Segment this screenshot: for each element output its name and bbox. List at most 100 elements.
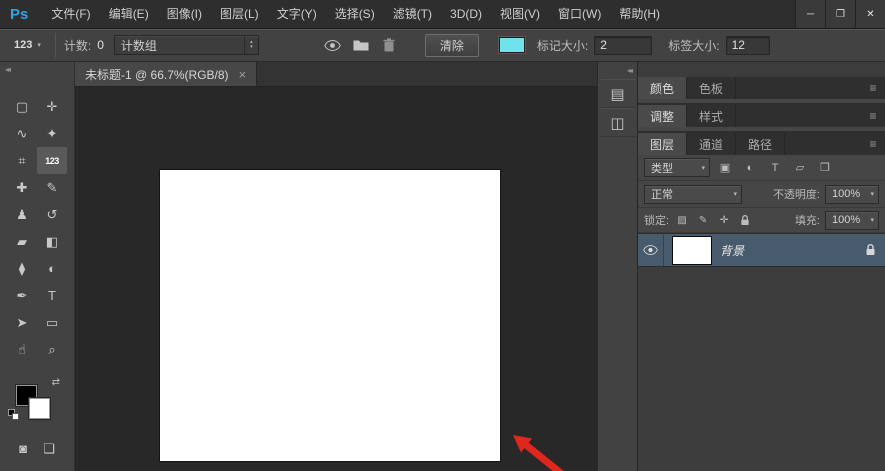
blend-mode-select[interactable]: 正常 ▾ (644, 185, 742, 204)
clone-stamp-tool[interactable]: ♟ (7, 201, 37, 228)
type-tool[interactable]: T (37, 282, 67, 309)
history-brush-tool[interactable]: ↺ (37, 201, 67, 228)
menu-3d[interactable]: 3D(D) (441, 0, 491, 28)
document-canvas[interactable] (160, 170, 500, 461)
layers-list: 背景 (638, 233, 885, 471)
menu-edit[interactable]: 编辑(E) (100, 0, 158, 28)
filter-pixel-layers-icon[interactable]: ▣ (715, 159, 735, 177)
toolbar-footer: ◙ ❏ (19, 441, 55, 457)
tab-channels[interactable]: 通道 (687, 133, 736, 155)
layer-lock-icon (865, 244, 876, 256)
marker-size-label: 标记大小: (537, 37, 588, 54)
layers-filter-row: 类型 ▾ ▣ ◐ T ▱ ❒ (638, 155, 885, 181)
panel-menu-icon[interactable]: ≡ (861, 77, 885, 99)
new-group-folder-icon[interactable] (349, 38, 373, 52)
filter-smart-objects-icon[interactable]: ❒ (815, 159, 835, 177)
clear-button[interactable]: 清除 (425, 34, 479, 57)
quick-mask-icon[interactable]: ◙ (19, 441, 27, 457)
layer-thumbnail[interactable] (672, 236, 712, 265)
eraser-tool[interactable]: ▰ (7, 228, 37, 255)
color-wells: ⇄ (14, 379, 60, 427)
lasso-tool[interactable]: ∿ (7, 120, 37, 147)
workspace: ◂◂ ▢ ✛ ∿ ✦ ⌗ 123 ✚ ✎ ♟ ↺ ▰ ◧ ⧫ ◐ ✒ T ➤ ▭ (0, 62, 885, 471)
visibility-eye-icon[interactable] (321, 38, 345, 52)
layer-filter-type-select[interactable]: 类型 ▾ (644, 158, 710, 177)
swap-colors-icon[interactable]: ⇄ (52, 377, 60, 388)
color-panel-header: 颜色 色板 ≡ (638, 77, 885, 99)
pen-tool[interactable]: ✒ (7, 282, 37, 309)
tab-layers[interactable]: 图层 (638, 133, 687, 155)
rectangle-tool[interactable]: ▭ (37, 309, 67, 336)
maximize-button[interactable]: ❐ (825, 0, 855, 28)
default-colors-icon[interactable] (8, 409, 20, 421)
path-selection-tool[interactable]: ➤ (7, 309, 37, 336)
menu-bar: Ps 文件(F) 编辑(E) 图像(I) 图层(L) 文字(Y) 选择(S) 滤… (0, 0, 885, 29)
tab-color[interactable]: 颜色 (638, 77, 687, 99)
collapsed-panel-top[interactable]: ▤ (601, 79, 635, 108)
collapsed-panel-bottom[interactable]: ◫ (601, 108, 635, 137)
hand-tool[interactable]: ☝ (7, 336, 37, 363)
close-button[interactable]: ✕ (855, 0, 885, 28)
tab-close-icon[interactable]: × (239, 67, 247, 82)
lock-all-icon[interactable] (737, 212, 753, 228)
crop-tool[interactable]: ⌗ (7, 147, 37, 174)
brush-tool[interactable]: ✎ (37, 174, 67, 201)
tab-adjustments[interactable]: 调整 (638, 105, 687, 127)
label-size-input[interactable]: 12 (726, 36, 770, 55)
count-group-select[interactable]: 计数组 ▴▾ (114, 35, 259, 55)
move-tool[interactable]: ✛ (37, 93, 67, 120)
lock-pixels-icon[interactable]: ✎ (695, 212, 711, 228)
menu-file[interactable]: 文件(F) (42, 0, 99, 28)
menu-window[interactable]: 窗口(W) (549, 0, 610, 28)
menu-type[interactable]: 文字(Y) (268, 0, 326, 28)
marker-size-input[interactable]: 2 (594, 36, 652, 55)
count-group-actions (321, 38, 401, 52)
rectangular-marquee-tool[interactable]: ▢ (7, 93, 37, 120)
background-color-swatch[interactable] (29, 398, 50, 419)
red-arrow-annotation (500, 427, 575, 471)
menu-filter[interactable]: 滤镜(T) (384, 0, 441, 28)
dodge-tool[interactable]: ◐ (37, 255, 67, 282)
tab-styles[interactable]: 样式 (687, 105, 736, 127)
filter-adjustment-layers-icon[interactable]: ◐ (740, 159, 760, 177)
filter-shape-layers-icon[interactable]: ▱ (790, 159, 810, 177)
fill-label: 填充: (795, 212, 820, 228)
spot-healing-brush-tool[interactable]: ✚ (7, 174, 37, 201)
tab-paths[interactable]: 路径 (736, 133, 785, 155)
menu-view[interactable]: 视图(V) (491, 0, 549, 28)
adjustments-panel-group: 调整 样式 ≡ (638, 105, 885, 133)
count-tool[interactable]: 123 (37, 147, 67, 174)
collapsed-panel-dock: ◂◂ ▤ ◫ (597, 62, 637, 471)
minimize-button[interactable]: ─ (795, 0, 825, 28)
label-size-label: 标签大小: (668, 37, 719, 54)
fill-select[interactable]: 100% ▾ (825, 211, 879, 230)
zoom-tool[interactable]: ⌕ (37, 336, 67, 363)
layer-visibility-eye-icon[interactable] (638, 234, 664, 266)
menu-image[interactable]: 图像(I) (158, 0, 211, 28)
screen-mode-icon[interactable]: ❏ (43, 441, 55, 457)
lock-position-icon[interactable]: ✛ (716, 212, 732, 228)
opacity-select[interactable]: 100% ▾ (825, 185, 879, 204)
opacity-label: 不透明度: (773, 186, 820, 202)
filter-type-layers-icon[interactable]: T (765, 159, 785, 177)
gradient-tool[interactable]: ◧ (37, 228, 67, 255)
lock-transparency-icon[interactable]: ▨ (674, 212, 690, 228)
menu-select[interactable]: 选择(S) (326, 0, 384, 28)
tools-panel: ◂◂ ▢ ✛ ∿ ✦ ⌗ 123 ✚ ✎ ♟ ↺ ▰ ◧ ⧫ ◐ ✒ T ➤ ▭ (0, 62, 75, 471)
delete-trash-icon[interactable] (377, 38, 401, 52)
menu-layer[interactable]: 图层(L) (211, 0, 268, 28)
marker-color-swatch[interactable] (499, 37, 525, 53)
lock-fill-row: 锁定: ▨ ✎ ✛ 填充: 100% ▾ (638, 208, 885, 233)
tool-preset-picker[interactable]: 123 ▾ (8, 37, 47, 53)
photoshop-window: Ps 文件(F) 编辑(E) 图像(I) 图层(L) 文字(Y) 选择(S) 滤… (0, 0, 885, 471)
expand-panels-icon[interactable]: ◂◂ (621, 62, 637, 79)
panel-menu-icon[interactable]: ≡ (861, 105, 885, 127)
quick-selection-tool[interactable]: ✦ (37, 120, 67, 147)
menu-help[interactable]: 帮助(H) (610, 0, 669, 28)
document-tab[interactable]: 未标题-1 @ 66.7%(RGB/8) × (75, 62, 257, 86)
panel-menu-icon[interactable]: ≡ (861, 133, 885, 155)
tab-swatches[interactable]: 色板 (687, 77, 736, 99)
collapse-tools-icon[interactable]: ◂◂ (0, 62, 14, 77)
layer-row-background[interactable]: 背景 (638, 233, 885, 267)
blur-tool[interactable]: ⧫ (7, 255, 37, 282)
